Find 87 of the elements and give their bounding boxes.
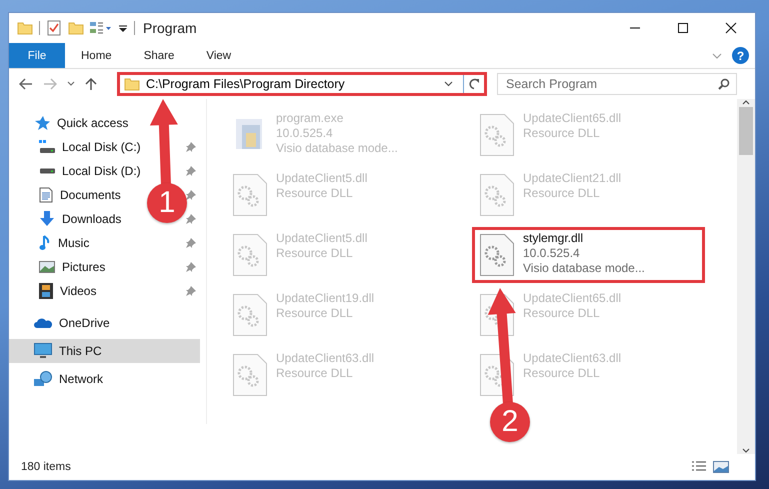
file-detail: Resource DLL [276, 246, 354, 261]
pin-icon [186, 238, 196, 248]
details-view-icon[interactable] [691, 461, 707, 473]
file-detail: Resource DLL [523, 186, 601, 201]
file-detail: Resource DLL [523, 306, 601, 321]
help-button[interactable]: ? [732, 47, 749, 64]
ribbon-tab[interactable]: Share [128, 43, 190, 68]
network-icon [34, 371, 52, 387]
nav-item[interactable]: Downloads [62, 212, 122, 226]
file-detail: 10.0.525.4 [276, 126, 334, 141]
pin-icon [186, 262, 196, 272]
file-name: UpdateClient5.dll [276, 231, 368, 246]
file-name: UpdateClient65.dll [523, 111, 622, 126]
address-bar[interactable]: C:\Program Files\Program Directory [117, 72, 487, 96]
file-detail: Resource DLL [276, 366, 354, 381]
computer-icon [34, 343, 52, 359]
pin-icon [186, 190, 196, 200]
file-detail: Visio database mode... [523, 261, 645, 276]
refresh-icon[interactable] [468, 78, 480, 90]
back-arrow-icon[interactable] [19, 78, 33, 90]
item-count: 180 items [21, 461, 72, 473]
file-detail: 10.0.525.4 [523, 246, 581, 261]
film-strip-icon [39, 283, 53, 299]
gear-file-icon [230, 231, 270, 279]
folder-icon [124, 77, 140, 91]
file-detail: Resource DLL [276, 306, 354, 321]
nav-item[interactable]: Local Disk (D:) [62, 164, 141, 178]
nav-item[interactable]: Network [59, 372, 104, 386]
gear-file-icon [477, 171, 517, 219]
nav-item[interactable]: Music [58, 236, 90, 250]
scrollbar-thumb[interactable] [739, 107, 753, 155]
gear-file-icon [230, 351, 270, 399]
nav-item[interactable]: Documents [60, 188, 121, 202]
file-item[interactable]: stylemgr.dll 10.0.525.4 Visio database mode... [472, 227, 705, 283]
window-title: Program [143, 20, 197, 36]
pin-icon [186, 166, 196, 176]
folder-icon [17, 21, 33, 35]
nav-item[interactable]: Pictures [62, 260, 106, 274]
nav-item[interactable]: Quick access [57, 116, 128, 130]
new-folder-icon [68, 21, 84, 35]
nav-item[interactable]: OneDrive [59, 316, 110, 330]
file-name: UpdateClient21.dll [523, 171, 622, 186]
nav-item[interactable]: Local Disk (C:) [62, 140, 141, 154]
properties-icon[interactable] [46, 20, 62, 36]
scroll-up-icon[interactable] [742, 99, 750, 105]
file-name: UpdateClient63.dll [523, 351, 622, 366]
pin-icon [186, 214, 196, 224]
music-note-icon [39, 235, 51, 251]
file-name: UpdateClient63.dll [276, 351, 374, 366]
picture-icon [39, 260, 55, 274]
search-icon [718, 78, 730, 90]
pin-icon [186, 286, 196, 296]
file-detail: Resource DLL [276, 186, 354, 201]
pin-icon [186, 142, 196, 152]
ribbon-tab[interactable]: View [190, 43, 248, 68]
gear-file-icon [230, 171, 270, 219]
large-icons-view-icon[interactable] [713, 461, 729, 473]
recent-chevron-icon[interactable] [67, 81, 75, 87]
file-name: program.exe [276, 111, 344, 126]
file-detail: Resource DLL [523, 126, 601, 141]
maximize-icon[interactable] [677, 22, 689, 34]
ribbon-tab[interactable]: File [9, 43, 65, 68]
nav-item[interactable]: Videos [60, 284, 96, 298]
file-name: UpdateClient5.dll [276, 171, 368, 186]
file-detail: Resource DLL [523, 366, 601, 381]
gear-file-icon [477, 111, 517, 159]
customize-toolbar-icon[interactable] [118, 23, 128, 33]
chevron-down-icon[interactable] [444, 81, 453, 87]
file-name: UpdateClient65.dll [523, 291, 622, 306]
gear-file-icon [477, 231, 517, 279]
nav-item[interactable]: This PC [59, 344, 102, 358]
star-icon [34, 115, 50, 131]
up-arrow-icon[interactable] [85, 77, 97, 91]
file-detail: Visio database mode... [276, 141, 398, 156]
search-field[interactable]: Search Program [497, 73, 737, 95]
cloud-icon [34, 317, 52, 329]
drive-icon [39, 140, 55, 154]
file-name: stylemgr.dll [523, 231, 584, 246]
document-icon [39, 187, 53, 203]
gear-file-icon [230, 291, 270, 339]
view-options-icon[interactable] [90, 21, 112, 35]
drive-icon [39, 168, 55, 174]
download-arrow-icon [39, 211, 55, 227]
scroll-down-icon[interactable] [742, 448, 750, 454]
file-name: UpdateClient19.dll [276, 291, 374, 306]
ribbon-tab[interactable]: Home [65, 43, 128, 68]
close-icon[interactable] [725, 22, 737, 34]
